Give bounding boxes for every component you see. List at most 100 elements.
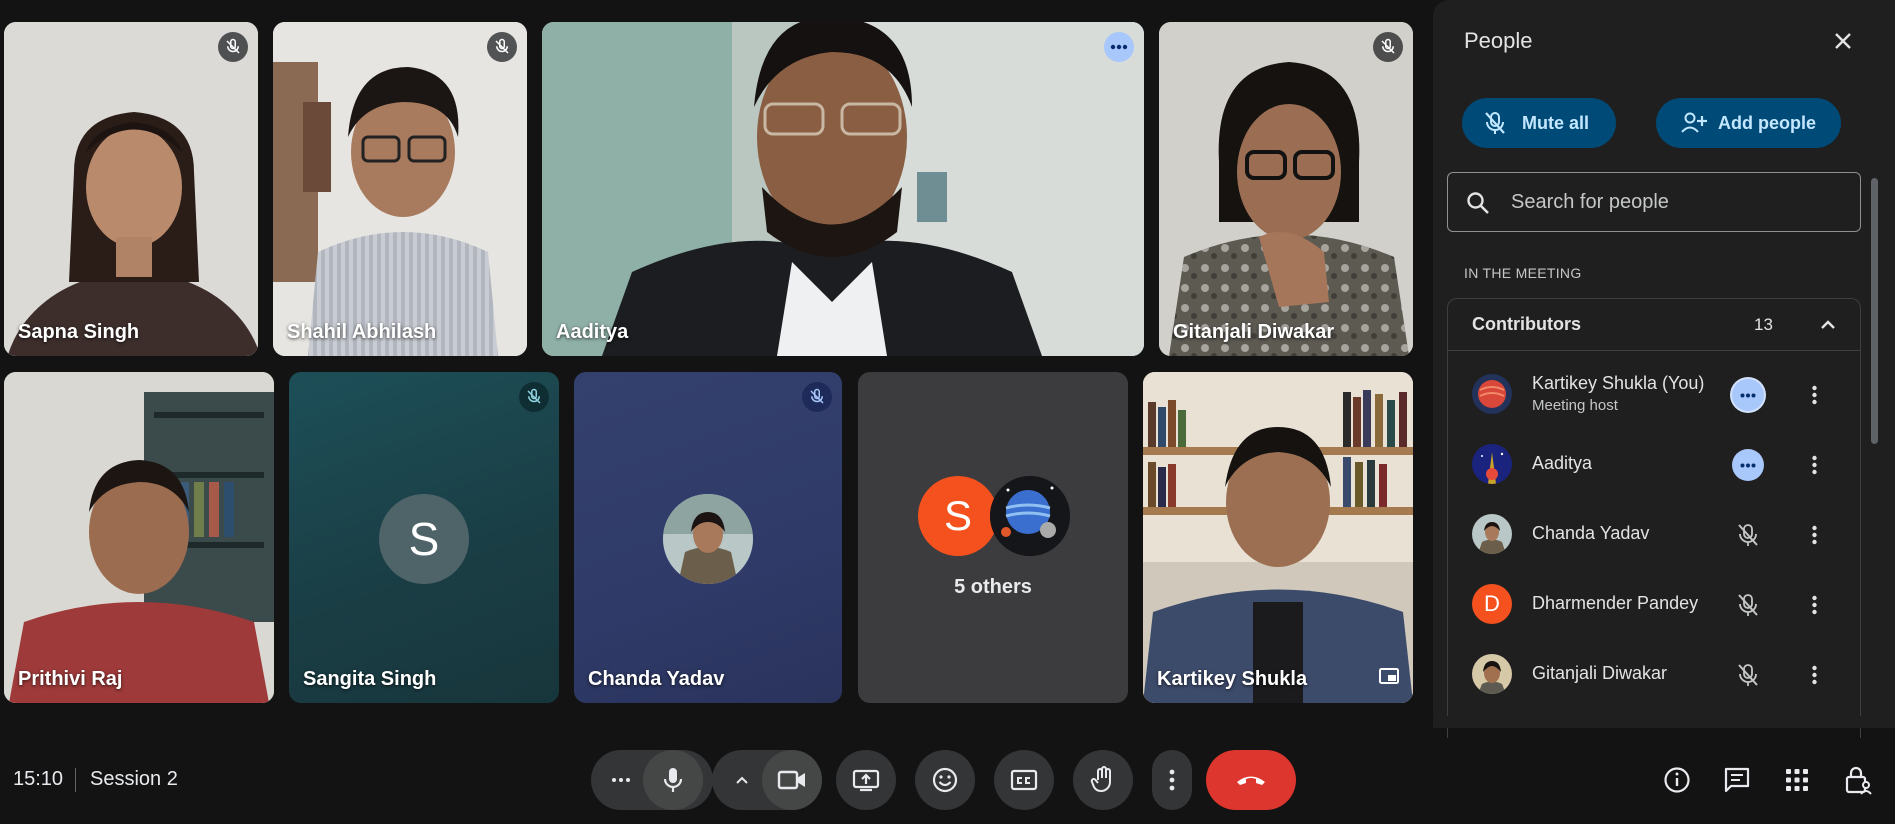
participant-row[interactable]: Kartikey Shukla (You) Meeting host bbox=[1448, 359, 1860, 429]
more-vertical-icon bbox=[1811, 595, 1817, 615]
participant-menu-button[interactable] bbox=[1804, 589, 1824, 621]
chat-icon bbox=[1724, 767, 1750, 793]
more-vertical-icon bbox=[1811, 665, 1817, 685]
end-call-button[interactable] bbox=[1206, 750, 1296, 810]
participant-name: Chanda Yadav bbox=[588, 668, 725, 690]
more-options-icon[interactable] bbox=[1104, 32, 1134, 62]
mic-button[interactable] bbox=[643, 750, 703, 810]
muted-mic-icon bbox=[1732, 589, 1764, 621]
add-people-button[interactable]: Add people bbox=[1656, 98, 1841, 148]
participant-menu-button[interactable] bbox=[1804, 519, 1824, 551]
participant-avatar bbox=[1472, 514, 1512, 554]
mute-all-label: Mute all bbox=[1522, 112, 1590, 133]
participant-name: Aaditya bbox=[556, 321, 629, 343]
muted-mic-icon bbox=[1373, 32, 1403, 62]
bottom-bar: 15:10 Session 2 bbox=[0, 738, 1895, 824]
participant-menu-button[interactable] bbox=[1804, 449, 1824, 481]
participant-video bbox=[4, 22, 258, 356]
pip-icon[interactable] bbox=[1379, 668, 1399, 689]
panel-scrollbar[interactable] bbox=[1871, 178, 1878, 444]
participant-avatar bbox=[663, 494, 753, 584]
participant-video bbox=[273, 22, 527, 356]
muted-mic-icon bbox=[1732, 519, 1764, 551]
participant-tile[interactable]: Sapna Singh bbox=[4, 22, 258, 356]
participant-tile-speaking[interactable]: Aaditya bbox=[542, 22, 1144, 356]
camera-button[interactable] bbox=[762, 750, 822, 810]
search-icon bbox=[1467, 192, 1489, 214]
participant-name: Shahil Abhilash bbox=[287, 321, 437, 343]
participant-row[interactable]: Chanda Yadav bbox=[1448, 499, 1860, 569]
search-placeholder: Search for people bbox=[1511, 191, 1669, 213]
participant-role: Meeting host bbox=[1532, 397, 1618, 414]
participant-menu-button[interactable] bbox=[1804, 379, 1824, 411]
video-options-button[interactable] bbox=[722, 760, 762, 800]
participant-name: Chanda Yadav bbox=[1532, 523, 1650, 543]
participant-tile[interactable]: Gitanjali Diwakar bbox=[1159, 22, 1413, 356]
participant-row[interactable]: Aaditya bbox=[1448, 429, 1860, 499]
participant-tile[interactable]: Chanda Yadav bbox=[574, 372, 842, 703]
raise-hand-button[interactable] bbox=[1073, 750, 1133, 810]
participant-tile-self[interactable]: Kartikey Shukla bbox=[1143, 372, 1413, 703]
info-icon bbox=[1664, 767, 1690, 793]
contributors-title: Contributors bbox=[1472, 314, 1581, 334]
host-controls-button[interactable] bbox=[1840, 762, 1876, 798]
meeting-name: Session 2 bbox=[90, 768, 178, 790]
muted-mic-icon bbox=[1732, 659, 1764, 691]
more-vertical-icon bbox=[1811, 455, 1817, 475]
participant-name: Sapna Singh bbox=[18, 321, 140, 343]
meeting-details-button[interactable] bbox=[1659, 762, 1695, 798]
participant-tile[interactable]: Shahil Abhilash bbox=[273, 22, 527, 356]
participant-name: Aaditya bbox=[1532, 453, 1593, 473]
participant-name: Dharmender Pandey bbox=[1532, 593, 1699, 613]
captions-button[interactable] bbox=[994, 750, 1054, 810]
people-panel: People Mute all Add people Search for pe… bbox=[1433, 0, 1895, 738]
mic-icon bbox=[663, 768, 683, 792]
participant-video bbox=[1159, 22, 1413, 356]
camera-control-group bbox=[712, 750, 822, 810]
search-people-input[interactable]: Search for people bbox=[1447, 172, 1861, 232]
more-horizontal-icon bbox=[1740, 463, 1756, 467]
chat-button[interactable] bbox=[1719, 762, 1755, 798]
more-horizontal-icon bbox=[612, 778, 630, 782]
more-vertical-icon bbox=[1811, 525, 1817, 545]
participant-row[interactable]: Gitanjali Diwakar bbox=[1448, 639, 1860, 709]
chevron-up-icon bbox=[1821, 320, 1835, 329]
participant-tile[interactable]: Prithivi Raj bbox=[4, 372, 274, 703]
close-icon bbox=[1835, 33, 1851, 49]
more-vertical-icon bbox=[1169, 769, 1175, 791]
activities-button[interactable] bbox=[1779, 762, 1815, 798]
audio-options-button[interactable] bbox=[601, 760, 641, 800]
participant-name: Kartikey Shukla bbox=[1157, 668, 1308, 690]
reactions-button[interactable] bbox=[915, 750, 975, 810]
present-button[interactable] bbox=[836, 750, 896, 810]
participant-avatar bbox=[1472, 654, 1512, 694]
contributors-header[interactable]: Contributors 13 bbox=[1448, 299, 1860, 351]
participant-menu-button[interactable] bbox=[1804, 659, 1824, 691]
emoji-icon bbox=[932, 767, 958, 793]
participant-video bbox=[1143, 372, 1413, 703]
muted-mic-icon bbox=[519, 382, 549, 412]
divider bbox=[75, 768, 76, 792]
contributors-list: Contributors 13 Kartikey Shukla (You) Me… bbox=[1447, 298, 1861, 738]
participant-avatar bbox=[990, 476, 1070, 556]
present-screen-icon bbox=[852, 769, 880, 792]
more-options-button[interactable] bbox=[1152, 750, 1192, 810]
participant-name: Gitanjali Diwakar bbox=[1173, 321, 1335, 343]
others-tile[interactable]: S 5 others bbox=[858, 372, 1128, 703]
lock-person-icon bbox=[1845, 766, 1872, 795]
more-actions-button[interactable] bbox=[1732, 449, 1764, 481]
close-panel-button[interactable] bbox=[1828, 26, 1858, 56]
mute-all-button[interactable]: Mute all bbox=[1462, 98, 1616, 148]
participant-tile[interactable]: S Sangita Singh bbox=[289, 372, 559, 703]
hang-up-icon bbox=[1237, 776, 1265, 785]
muted-mic-icon bbox=[802, 382, 832, 412]
participant-avatar bbox=[1472, 444, 1512, 484]
meet-window: Sapna Singh Shahil Abhilash Aaditya Gita… bbox=[0, 0, 1895, 824]
more-actions-button[interactable] bbox=[1732, 379, 1764, 411]
add-people-label: Add people bbox=[1718, 112, 1816, 133]
captions-icon bbox=[1010, 769, 1038, 791]
participant-row[interactable]: D Dharmender Pandey bbox=[1448, 569, 1860, 639]
participant-name: Prithivi Raj bbox=[18, 668, 123, 690]
participant-name: Kartikey Shukla (You) bbox=[1532, 373, 1705, 393]
others-count-label: 5 others bbox=[954, 576, 1032, 598]
